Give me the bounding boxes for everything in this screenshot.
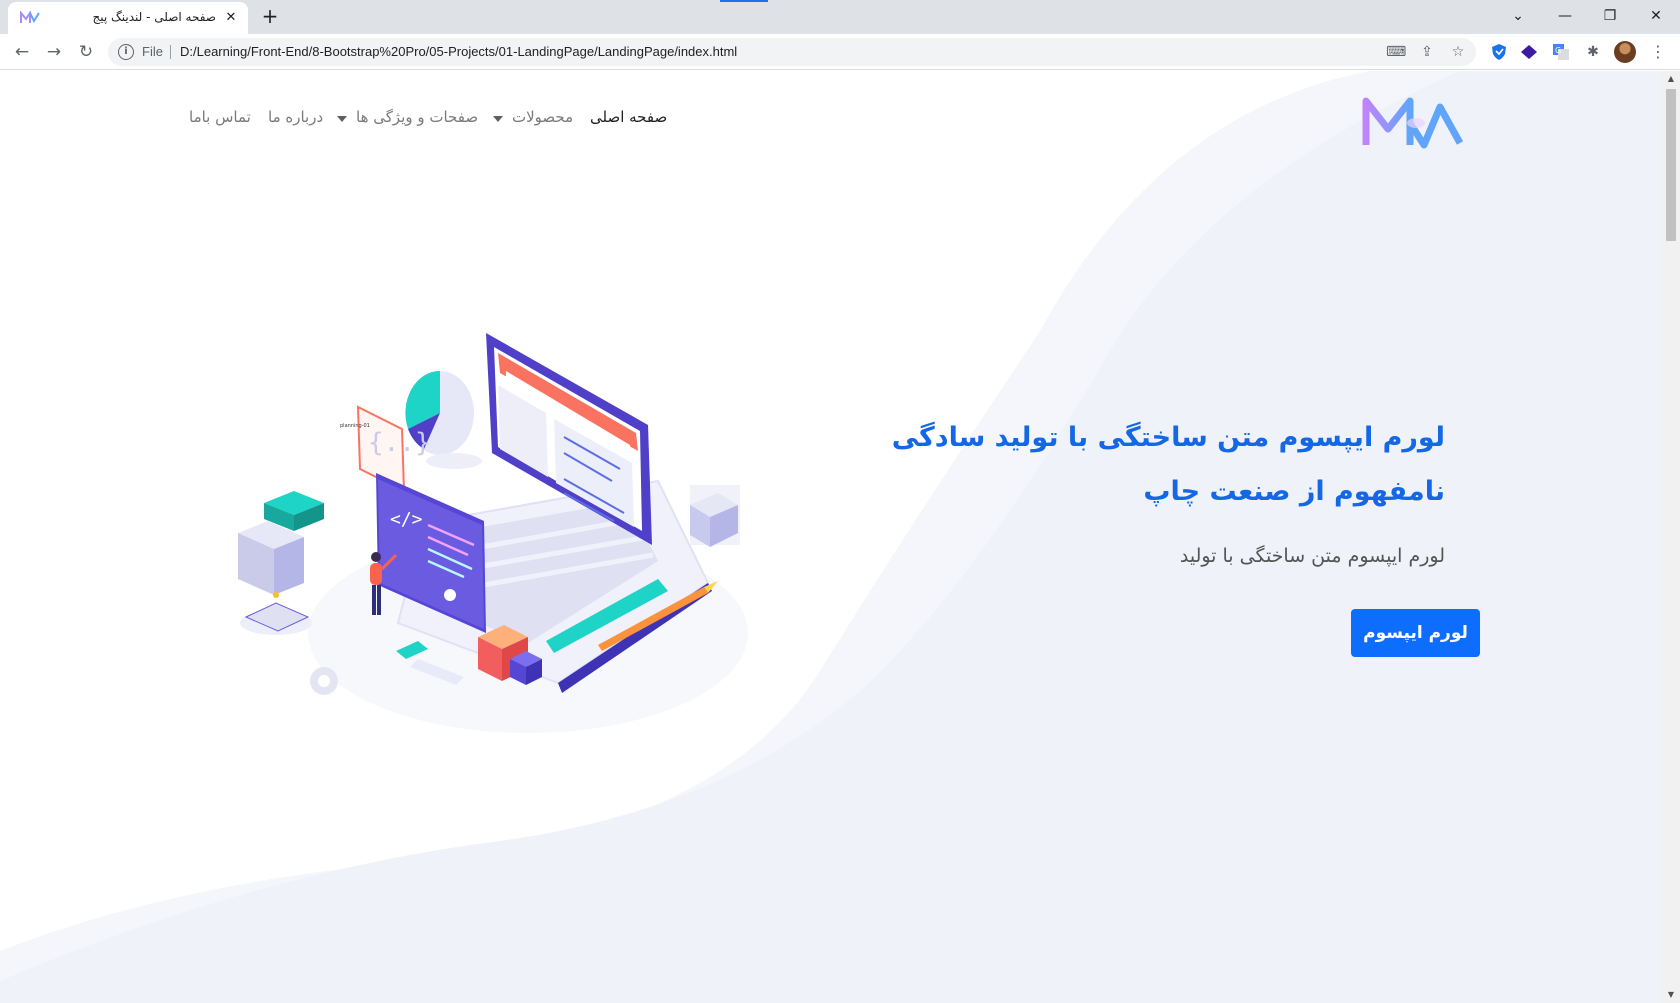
- svg-text:G: G: [1555, 46, 1561, 55]
- tab-close-icon[interactable]: ✕: [222, 9, 240, 27]
- hero-illustration: {..} planning-01 </>: [238, 333, 748, 733]
- browser-menu-icon[interactable]: ⋮: [1650, 42, 1666, 62]
- new-tab-button[interactable]: +: [258, 5, 282, 29]
- back-button[interactable]: ←: [10, 40, 34, 64]
- omnibox-divider: [170, 45, 171, 59]
- chevron-down-icon[interactable]: [493, 116, 503, 122]
- illustration-sticker-label: planning-01: [340, 423, 370, 429]
- forward-button[interactable]: →: [42, 40, 66, 64]
- extensions-puzzle-icon[interactable]: ✱: [1584, 43, 1602, 61]
- nav-item-about[interactable]: درباره ما: [268, 108, 323, 126]
- tab-loading-indicator: [720, 0, 768, 2]
- site-favicon-icon: [20, 11, 40, 24]
- tab-strip: صفحه اصلی - لندینگ پیج ✕ + ⌄ — ❐ ✕: [0, 0, 1680, 34]
- page-scrollbar[interactable]: ▲ ▼: [1662, 71, 1680, 1003]
- nav-item-products[interactable]: محصولات: [512, 108, 573, 126]
- tab-title: صفحه اصلی - لندینگ پیج: [92, 10, 216, 24]
- file-scheme-label: File: [142, 44, 163, 59]
- reload-button[interactable]: ↻: [74, 40, 98, 64]
- layers-extension-icon[interactable]: [1520, 43, 1538, 61]
- hero-subtitle: لورم ایپسوم متن ساختگی با تولید: [1179, 545, 1445, 567]
- address-bar[interactable]: i File D:/Learning/Front-End/8-Bootstrap…: [108, 38, 1476, 66]
- chevron-down-icon[interactable]: [337, 116, 347, 122]
- svg-text:</>: </>: [390, 509, 423, 530]
- nav-item-home[interactable]: صفحه اصلی: [590, 108, 667, 126]
- url-text[interactable]: D:/Learning/Front-End/8-Bootstrap%20Pro/…: [180, 44, 737, 59]
- scrollbar-thumb[interactable]: [1666, 89, 1676, 241]
- tab-search-icon[interactable]: ⌄: [1498, 4, 1538, 28]
- main-navigation: صفحه اصلی محصولات صفحات و ویژگی ها دربار…: [0, 108, 1662, 132]
- site-info-icon[interactable]: i: [118, 44, 134, 60]
- profile-avatar[interactable]: [1614, 41, 1636, 63]
- svg-text:{..}: {..}: [368, 428, 431, 458]
- nav-item-contact[interactable]: تماس باما: [189, 108, 251, 126]
- share-icon[interactable]: ⇪: [1418, 43, 1436, 61]
- page-viewport: صفحه اصلی محصولات صفحات و ویژگی ها دربار…: [0, 71, 1662, 1003]
- minimize-button[interactable]: —: [1545, 4, 1585, 28]
- close-window-button[interactable]: ✕: [1636, 4, 1676, 28]
- shield-extension-icon[interactable]: [1490, 43, 1508, 61]
- nav-item-pages-features[interactable]: صفحات و ویژگی ها: [356, 108, 478, 126]
- scroll-up-icon[interactable]: ▲: [1662, 71, 1680, 87]
- browser-toolbar: ← → ↻ i File D:/Learning/Front-End/8-Boo…: [0, 34, 1680, 70]
- translate-icon[interactable]: ⌨: [1386, 43, 1406, 61]
- hero-cta-button[interactable]: لورم ایپسوم: [1351, 609, 1480, 657]
- restore-button[interactable]: ❐: [1590, 4, 1630, 28]
- bookmark-star-icon[interactable]: ☆: [1449, 43, 1467, 61]
- scroll-down-icon[interactable]: ▼: [1662, 987, 1680, 1003]
- google-translate-extension-icon[interactable]: G: [1552, 43, 1570, 61]
- hero-title: لورم ایپسوم متن ساختگی با تولید سادگی نا…: [891, 422, 1445, 507]
- browser-tab[interactable]: صفحه اصلی - لندینگ پیج ✕: [8, 2, 248, 34]
